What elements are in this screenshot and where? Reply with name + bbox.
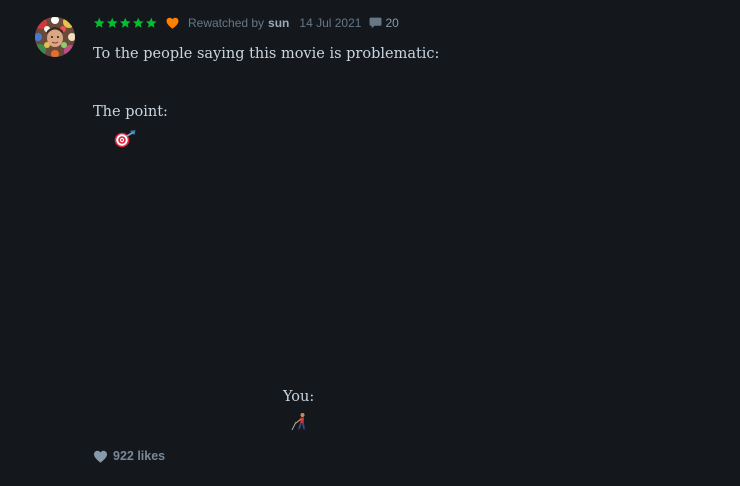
comment-icon xyxy=(369,17,382,29)
star-icon xyxy=(146,17,157,28)
star-icon xyxy=(120,17,131,28)
star-icon xyxy=(94,17,105,28)
likes-count-link[interactable]: 922 likes xyxy=(93,449,165,463)
review-meta: Rewatched by sun 14 Jul 2021 20 xyxy=(93,14,399,32)
comment-count: 20 xyxy=(385,16,399,30)
person-walking-icon xyxy=(291,412,309,437)
star-icon xyxy=(107,17,118,28)
username-link[interactable]: sun xyxy=(268,16,289,30)
rewatched-label: Rewatched by xyxy=(188,16,265,30)
liked-heart-icon xyxy=(166,17,179,29)
likes-label: 922 likes xyxy=(113,449,166,463)
rating-stars xyxy=(93,17,158,29)
star-icon xyxy=(133,17,144,28)
review-text-line: To the people saying this movie is probl… xyxy=(93,46,440,62)
review-text-line: The point: xyxy=(93,104,168,120)
avatar[interactable] xyxy=(35,17,75,57)
review-date-link[interactable]: 14 Jul 2021 xyxy=(299,16,361,30)
target-arrow-icon xyxy=(114,130,136,153)
heart-icon xyxy=(94,450,107,463)
review-text-line: You: xyxy=(283,389,315,405)
comments-link[interactable]: 20 xyxy=(369,16,399,30)
